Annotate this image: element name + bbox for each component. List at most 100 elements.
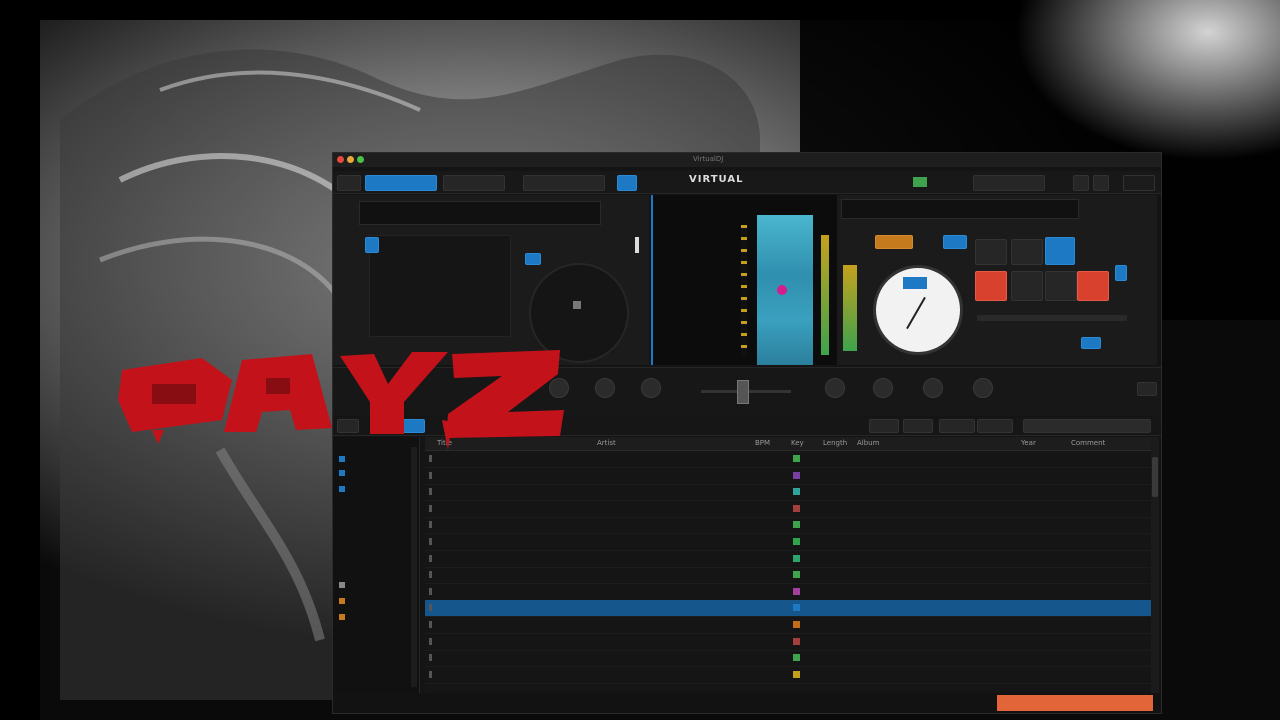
menu-button[interactable] bbox=[337, 175, 361, 191]
folder-icon bbox=[339, 486, 345, 492]
column-header-bpm[interactable]: BPM bbox=[755, 439, 770, 447]
row-status-icon bbox=[429, 670, 432, 678]
table-row[interactable] bbox=[425, 584, 1151, 601]
eq-knob[interactable] bbox=[641, 378, 661, 398]
row-status-icon bbox=[429, 455, 432, 462]
table-row[interactable] bbox=[425, 567, 1151, 585]
layout-selector[interactable] bbox=[365, 175, 437, 191]
deck-left-pitch-handle[interactable] bbox=[635, 237, 639, 253]
key-color-marker bbox=[793, 504, 800, 512]
column-header-comment[interactable]: Comment bbox=[1071, 439, 1105, 447]
browser-tab-4[interactable] bbox=[977, 419, 1013, 433]
deck-right-pad-1[interactable] bbox=[975, 271, 1007, 301]
table-row[interactable] bbox=[425, 517, 1151, 535]
settings-icon[interactable] bbox=[1073, 175, 1089, 191]
maximize-icon[interactable] bbox=[357, 156, 364, 163]
table-row[interactable] bbox=[425, 468, 1151, 485]
table-row[interactable] bbox=[425, 600, 1151, 618]
table-row[interactable] bbox=[425, 650, 1151, 668]
deck-left-play-button[interactable] bbox=[365, 237, 379, 253]
deck-right-bpm bbox=[875, 235, 913, 249]
table-row[interactable] bbox=[425, 534, 1151, 551]
key-color-marker bbox=[793, 488, 800, 496]
deck-right-meter bbox=[843, 265, 857, 351]
deck-right-sync-button[interactable] bbox=[1081, 337, 1101, 349]
minimize-icon[interactable] bbox=[347, 156, 354, 163]
scrollbar-thumb[interactable] bbox=[1152, 457, 1158, 497]
row-status-icon bbox=[429, 587, 432, 595]
center-waveform[interactable] bbox=[651, 195, 839, 365]
promo-banner[interactable] bbox=[997, 695, 1153, 711]
table-row[interactable] bbox=[425, 617, 1151, 634]
deck-right-loop-button[interactable] bbox=[975, 239, 1007, 265]
row-status-icon bbox=[429, 521, 432, 529]
deck-left-pads[interactable] bbox=[369, 235, 511, 337]
close-icon[interactable] bbox=[337, 156, 344, 163]
list-icon bbox=[339, 582, 345, 588]
folder-icon bbox=[339, 470, 345, 476]
column-header-length[interactable]: Length bbox=[823, 439, 847, 447]
eq-knob[interactable] bbox=[973, 378, 993, 398]
fx-selector[interactable] bbox=[523, 175, 605, 191]
playlist-icon bbox=[339, 614, 345, 620]
browser-tab-3[interactable] bbox=[939, 419, 975, 433]
table-row[interactable] bbox=[425, 667, 1151, 684]
playlist-icon bbox=[339, 598, 345, 604]
sidebar-item[interactable] bbox=[339, 485, 348, 493]
row-status-icon bbox=[429, 488, 432, 496]
eq-knob[interactable] bbox=[873, 378, 893, 398]
table-row[interactable] bbox=[425, 451, 1151, 468]
sidebar-item[interactable] bbox=[339, 613, 348, 621]
sync-button[interactable] bbox=[617, 175, 637, 191]
track-list-scrollbar[interactable] bbox=[1151, 437, 1159, 693]
table-row[interactable] bbox=[425, 634, 1151, 651]
row-status-icon bbox=[429, 538, 432, 545]
deck-right-pitch-slider[interactable] bbox=[977, 315, 1127, 321]
row-status-icon bbox=[429, 554, 432, 562]
sidebar-scrollbar[interactable] bbox=[411, 447, 417, 687]
eq-knob[interactable] bbox=[825, 378, 845, 398]
row-status-icon bbox=[429, 504, 432, 512]
eq-knob[interactable] bbox=[923, 378, 943, 398]
browser-sidebar bbox=[333, 437, 420, 693]
sidebar-item[interactable] bbox=[339, 469, 348, 477]
column-header-year[interactable]: Year bbox=[1021, 439, 1036, 447]
deck-right-key-button[interactable] bbox=[943, 235, 967, 249]
row-status-icon bbox=[429, 471, 432, 479]
column-header-key[interactable]: Key bbox=[791, 439, 804, 447]
deck-right-cue-button[interactable] bbox=[1011, 239, 1043, 265]
record-icon[interactable] bbox=[1093, 175, 1109, 191]
key-color-marker bbox=[793, 670, 800, 678]
sidebar-item[interactable] bbox=[339, 597, 348, 605]
table-row[interactable] bbox=[425, 501, 1151, 518]
eq-knob[interactable] bbox=[595, 378, 615, 398]
key-color-marker bbox=[793, 637, 800, 645]
deck-selector[interactable] bbox=[443, 175, 505, 191]
mixer-options-button[interactable] bbox=[1137, 382, 1157, 396]
key-color-marker bbox=[793, 554, 800, 562]
column-header-album[interactable]: Album bbox=[857, 439, 879, 447]
deck-right-hotcue-button[interactable] bbox=[1045, 237, 1075, 265]
deck-left-sync-button[interactable] bbox=[525, 253, 541, 265]
browser-tab-2[interactable] bbox=[903, 419, 933, 433]
deck-right-pad-3[interactable] bbox=[1045, 271, 1077, 301]
column-header-artist[interactable]: Artist bbox=[597, 439, 616, 447]
beat-grid bbox=[741, 225, 747, 355]
deck-right-pad-2[interactable] bbox=[1011, 271, 1043, 301]
waveform-playhead bbox=[777, 285, 787, 295]
sidebar-item[interactable] bbox=[339, 581, 348, 589]
deck-right-pad-4[interactable] bbox=[1077, 271, 1109, 301]
deck-left-track-info bbox=[359, 201, 601, 225]
sidebar-item[interactable] bbox=[339, 455, 348, 463]
table-row[interactable] bbox=[425, 551, 1151, 568]
key-color-marker bbox=[793, 654, 800, 662]
deck-right bbox=[837, 195, 1157, 365]
deck-right-pitch-button[interactable] bbox=[1115, 265, 1127, 281]
deck-right-track-info bbox=[841, 199, 1079, 219]
table-row[interactable] bbox=[425, 484, 1151, 502]
key-color-marker bbox=[793, 587, 800, 595]
search-input[interactable] bbox=[1023, 419, 1151, 433]
key-color-marker bbox=[793, 571, 800, 579]
browser-tab-1[interactable] bbox=[869, 419, 899, 433]
crossfader-handle[interactable] bbox=[737, 380, 749, 404]
